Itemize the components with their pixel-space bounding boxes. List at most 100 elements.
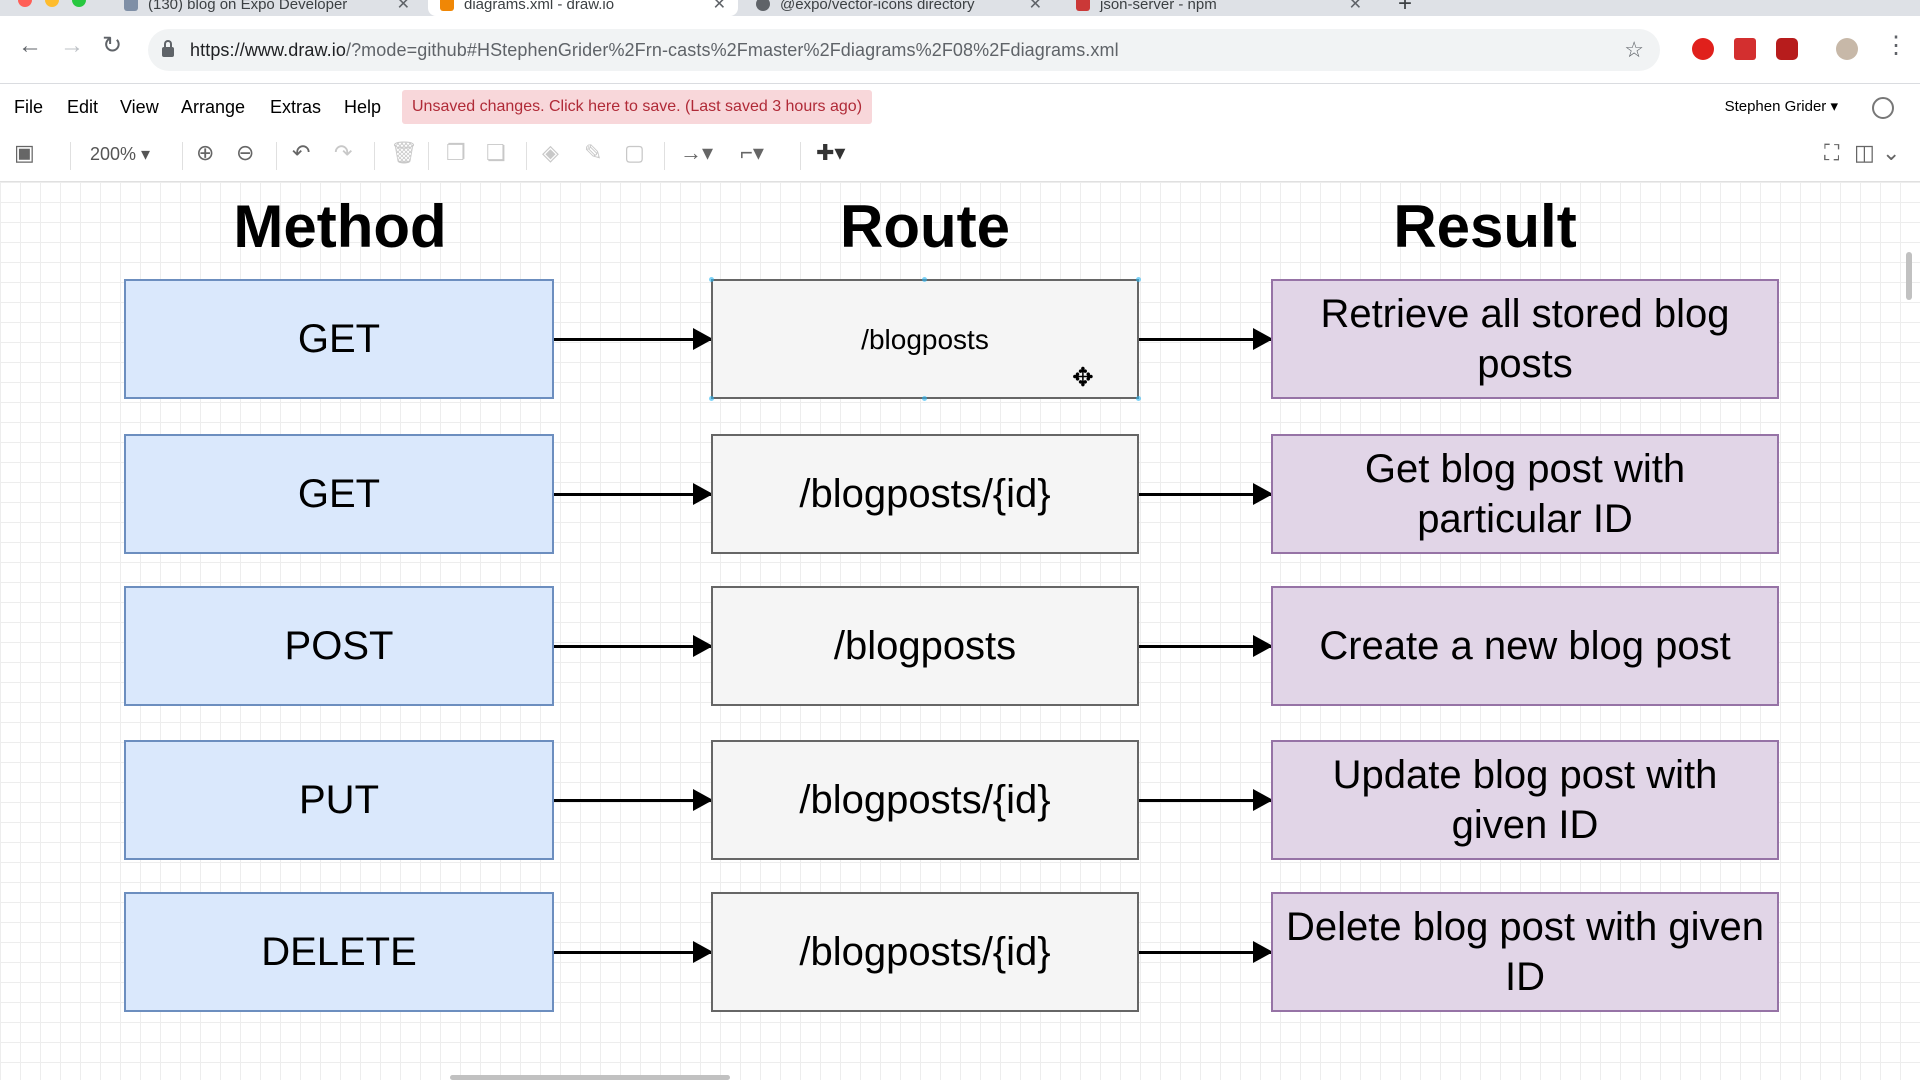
to-back-icon[interactable]: ❏: [486, 142, 506, 164]
method-box[interactable]: GET: [124, 434, 554, 554]
resize-handle[interactable]: [1136, 396, 1141, 401]
connection-style-icon[interactable]: →▾: [680, 142, 713, 164]
tab-title: diagrams.xml - draw.io: [464, 0, 615, 13]
result-box[interactable]: Create a new blog post: [1271, 586, 1779, 706]
shadow-icon[interactable]: ▢: [624, 142, 645, 164]
result-header[interactable]: Result: [1235, 192, 1735, 261]
route-box[interactable]: /blogposts/{id}: [711, 740, 1139, 860]
connector-arrow[interactable]: [554, 789, 713, 811]
close-tab-icon[interactable]: ✕: [713, 0, 726, 14]
route-box[interactable]: /blogposts/{id}: [711, 892, 1139, 1012]
resize-handle[interactable]: [922, 396, 927, 401]
resize-handle[interactable]: [1136, 277, 1141, 282]
forward-icon[interactable]: →: [60, 34, 84, 58]
globe-favicon-icon: [756, 0, 770, 11]
browser-tab-json-server[interactable]: json-server - npm ✕: [1064, 0, 1374, 16]
route-box[interactable]: /blogposts: [711, 586, 1139, 706]
connector-arrow[interactable]: [1139, 789, 1273, 811]
menu-extras[interactable]: Extras: [270, 84, 321, 130]
drawio-menubar: File Edit View Arrange Extras Help Unsav…: [0, 84, 1920, 130]
menu-help[interactable]: Help: [344, 84, 381, 130]
connector-arrow[interactable]: [554, 328, 713, 350]
horizontal-scrollbar[interactable]: [450, 1075, 730, 1080]
vertical-scrollbar[interactable]: [1906, 252, 1912, 300]
resize-handle[interactable]: [922, 277, 927, 282]
npm-favicon-icon: [1076, 0, 1090, 11]
result-box[interactable]: Retrieve all stored blog posts: [1271, 279, 1779, 399]
reload-icon[interactable]: ↻: [102, 34, 122, 58]
toolbar-separator: [800, 142, 801, 170]
menu-file[interactable]: File: [14, 84, 43, 130]
line-color-icon[interactable]: ✎: [584, 142, 602, 164]
resize-handle[interactable]: [709, 277, 714, 282]
result-box[interactable]: Get blog post with particular ID: [1271, 434, 1779, 554]
method-box[interactable]: GET: [124, 279, 554, 399]
back-icon[interactable]: ←: [18, 34, 42, 58]
toolbar-separator: [182, 142, 183, 170]
to-front-icon[interactable]: ❐: [446, 142, 466, 164]
waypoints-icon[interactable]: ⌐▾: [740, 142, 764, 164]
close-tab-icon[interactable]: ✕: [397, 0, 410, 14]
method-box[interactable]: POST: [124, 586, 554, 706]
url-host: https://www.draw.io: [190, 39, 346, 60]
browser-tab-vector-icons[interactable]: @expo/vector-icons directory ✕: [744, 0, 1054, 16]
drawio-toolbar: ▣ 200% ▾ ⊕ ⊖ ↶ ↷ 🗑 ❐ ❏ ◈ ✎ ▢ →▾ ⌐▾ ✚▾ ⛶ …: [0, 130, 1920, 182]
toolbar-separator: [70, 142, 71, 170]
language-globe-icon[interactable]: [1872, 97, 1894, 119]
zoom-in-icon[interactable]: ⊕: [196, 142, 214, 164]
extension-icon[interactable]: [1734, 38, 1756, 60]
connector-arrow[interactable]: [554, 483, 713, 505]
method-box[interactable]: DELETE: [124, 892, 554, 1012]
user-menu[interactable]: Stephen Grider ▾: [1725, 84, 1838, 130]
result-box[interactable]: Update blog post with given ID: [1271, 740, 1779, 860]
unsaved-changes-notice[interactable]: Unsaved changes. Click here to save. (La…: [402, 90, 873, 124]
diagram-canvas[interactable]: Method Route Result GET /blogposts Retri…: [0, 182, 1920, 1080]
more-menu-icon[interactable]: ⋮: [1884, 34, 1908, 58]
insert-plus-icon[interactable]: ✚▾: [816, 142, 845, 164]
bookmark-star-icon[interactable]: ☆: [1624, 37, 1644, 63]
format-toggle-icon[interactable]: ◫: [1854, 142, 1875, 164]
browser-address-bar: ← → ↻ https://www.draw.io/?mode=github#H…: [0, 16, 1920, 84]
tab-title: json-server - npm: [1100, 0, 1217, 13]
undo-icon[interactable]: ↶: [292, 142, 310, 164]
resize-handle[interactable]: [709, 396, 714, 401]
connector-arrow[interactable]: [554, 941, 713, 963]
delete-icon[interactable]: 🗑: [390, 142, 418, 164]
toolbar-separator: [664, 142, 665, 170]
format-panel-icon[interactable]: ▣: [14, 142, 35, 164]
browser-tab-expo[interactable]: (130) blog on Expo Developer ✕: [112, 0, 422, 16]
fullscreen-icon[interactable]: ⛶: [1824, 142, 1839, 164]
route-box[interactable]: /blogposts/{id}: [711, 434, 1139, 554]
method-header[interactable]: Method: [90, 192, 590, 261]
close-window-button[interactable]: [18, 0, 32, 7]
result-box[interactable]: Delete blog post with given ID: [1271, 892, 1779, 1012]
connector-arrow[interactable]: [1139, 328, 1273, 350]
fill-color-icon[interactable]: ◈: [542, 142, 559, 164]
minimize-window-button[interactable]: [45, 0, 59, 7]
connector-arrow[interactable]: [1139, 941, 1273, 963]
toolbar-separator: [276, 142, 277, 170]
profile-avatar[interactable]: [1836, 38, 1858, 60]
url-field[interactable]: https://www.draw.io/?mode=github#HStephe…: [148, 29, 1660, 71]
menu-edit[interactable]: Edit: [67, 84, 98, 130]
menu-arrange[interactable]: Arrange: [181, 84, 245, 130]
opera-extension-icon[interactable]: [1692, 38, 1714, 60]
method-box[interactable]: PUT: [124, 740, 554, 860]
route-header[interactable]: Route: [675, 192, 1175, 261]
close-tab-icon[interactable]: ✕: [1349, 0, 1362, 14]
connector-arrow[interactable]: [554, 635, 713, 657]
redo-icon[interactable]: ↷: [334, 142, 352, 164]
connector-arrow[interactable]: [1139, 483, 1273, 505]
zoom-out-icon[interactable]: ⊖: [236, 142, 254, 164]
collapse-icon[interactable]: ⌄: [1882, 142, 1900, 164]
shield-extension-icon[interactable]: [1776, 38, 1798, 60]
maximize-window-button[interactable]: [72, 0, 86, 7]
toolbar-separator: [374, 142, 375, 170]
zoom-dropdown[interactable]: 200% ▾: [90, 144, 150, 165]
menu-view[interactable]: View: [120, 84, 159, 130]
close-tab-icon[interactable]: ✕: [1029, 0, 1042, 14]
connector-arrow[interactable]: [1139, 635, 1273, 657]
new-tab-button[interactable]: +: [1398, 0, 1412, 16]
browser-tab-drawio[interactable]: diagrams.xml - draw.io ✕: [428, 0, 738, 16]
tab-title: (130) blog on Expo Developer: [148, 0, 348, 13]
